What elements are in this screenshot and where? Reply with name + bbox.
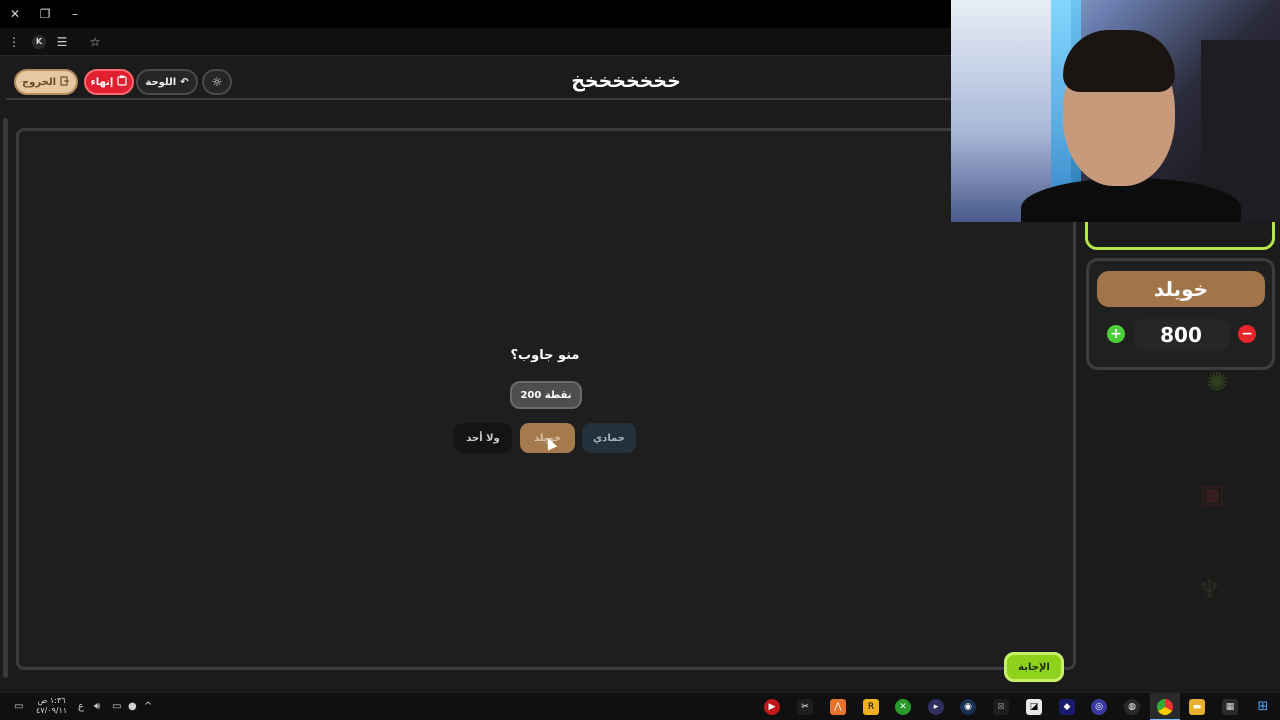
obs-studio-icon[interactable]: ◍ (1124, 699, 1140, 715)
media-player-icon[interactable]: ▸ (928, 699, 944, 715)
volume-icon[interactable]: 🔊︎ (94, 700, 106, 714)
steam-icon[interactable]: ◉ (960, 699, 976, 715)
youtube-icon[interactable]: ▶ (764, 699, 780, 715)
bookmark-star-icon[interactable]: ☆ (86, 33, 104, 51)
obs-capture-icon[interactable]: ◪ (1026, 699, 1042, 715)
minimize-window-icon[interactable]: – (64, 4, 86, 24)
exit-label: الخروج (21, 76, 57, 88)
clipboard-icon (117, 75, 127, 89)
team-b-score: 800 (1133, 319, 1229, 351)
store-icon[interactable]: ▦ (1222, 699, 1238, 715)
language-indicator[interactable]: ع (78, 700, 86, 714)
undo-icon: ↶ (180, 76, 189, 88)
profile-avatar-icon[interactable]: K (32, 35, 46, 49)
tray-overflow-icon[interactable]: ^ (144, 700, 154, 714)
browser-menu-icon[interactable]: ⋮ (6, 33, 22, 51)
add-points-button[interactable]: + (1107, 325, 1125, 343)
app-header: الخروج إنهاء اللوحة ↶ ☼ خخخخخخخخ (6, 62, 1006, 100)
close-window-icon[interactable]: ✕ (4, 4, 26, 24)
subtract-points-button[interactable]: − (1238, 325, 1256, 343)
team-b-name: خويلد (1097, 271, 1265, 307)
app-orange-icon[interactable]: ⋀ (830, 699, 846, 715)
app-blue-icon[interactable]: ◆ (1059, 699, 1075, 715)
webcam-overlay (951, 0, 1280, 222)
team-a-card (1085, 222, 1275, 250)
rockstar-icon[interactable]: R (863, 699, 879, 715)
exit-icon (60, 75, 70, 89)
notification-icon[interactable]: ▭ (14, 700, 28, 714)
page-title: خخخخخخخخ (571, 70, 681, 92)
reading-list-icon[interactable]: ☰ (54, 33, 70, 51)
exit-button[interactable]: الخروج (14, 69, 78, 95)
theme-toggle-button[interactable]: ☼ (202, 69, 232, 95)
page-scrollbar[interactable] (3, 118, 8, 678)
gift-decor-icon: ▣ (1200, 480, 1225, 510)
taskbar: ▭ ١:٣٦ ص ٤٧/٠٩/١١ ع 🔊︎ ▭ ● ^ ▶ ✂ ⋀ R ✕ ▸… (0, 692, 1280, 720)
microphone-icon[interactable]: ● (128, 700, 138, 714)
points-badge: 200 نقطة (510, 381, 582, 409)
webcam-person-hair (1063, 30, 1175, 92)
discord-icon[interactable]: ◎ (1091, 699, 1107, 715)
team-b-card: خويلد + 800 − (1086, 258, 1275, 370)
question-prompt: منو جاوب؟ (510, 348, 580, 363)
board-label: اللوحة (145, 76, 177, 88)
clock-time: ١:٣٦ ص (37, 696, 66, 705)
xbox-app-icon[interactable]: ⊠ (993, 699, 1009, 715)
network-icon[interactable]: ▭ (112, 700, 124, 714)
choice-nobody-button[interactable]: ولا أحد (454, 423, 512, 453)
lantern-hanging-icon: ♆ (1198, 575, 1222, 605)
show-answer-button[interactable]: الإجابة (1004, 652, 1064, 682)
start-windows-icon[interactable]: ⊞ (1255, 699, 1271, 715)
end-game-button[interactable]: إنهاء (84, 69, 134, 95)
sun-icon: ☼ (211, 75, 223, 89)
file-explorer-icon[interactable]: ▬ (1189, 699, 1205, 715)
taskbar-clock[interactable]: ١:٣٦ ص ٤٧/٠٩/١١ (36, 696, 67, 716)
choice-team-a-button[interactable]: حمادي (582, 423, 636, 453)
xbox-icon[interactable]: ✕ (895, 699, 911, 715)
back-to-board-button[interactable]: اللوحة ↶ (136, 69, 198, 95)
restore-window-icon[interactable]: ❐ (34, 4, 56, 24)
clock-date: ٤٧/٠٩/١١ (36, 706, 68, 715)
lantern-decor-icon: ✺ (1206, 368, 1228, 398)
chrome-icon[interactable] (1157, 699, 1173, 715)
capcut-icon[interactable]: ✂ (797, 699, 813, 715)
screen: ✕ ❐ – ⋮ K ☰ ☆ الخروج إنهاء اللوحة ↶ ☼ خخ… (0, 0, 1280, 720)
end-label: إنهاء (90, 76, 114, 88)
